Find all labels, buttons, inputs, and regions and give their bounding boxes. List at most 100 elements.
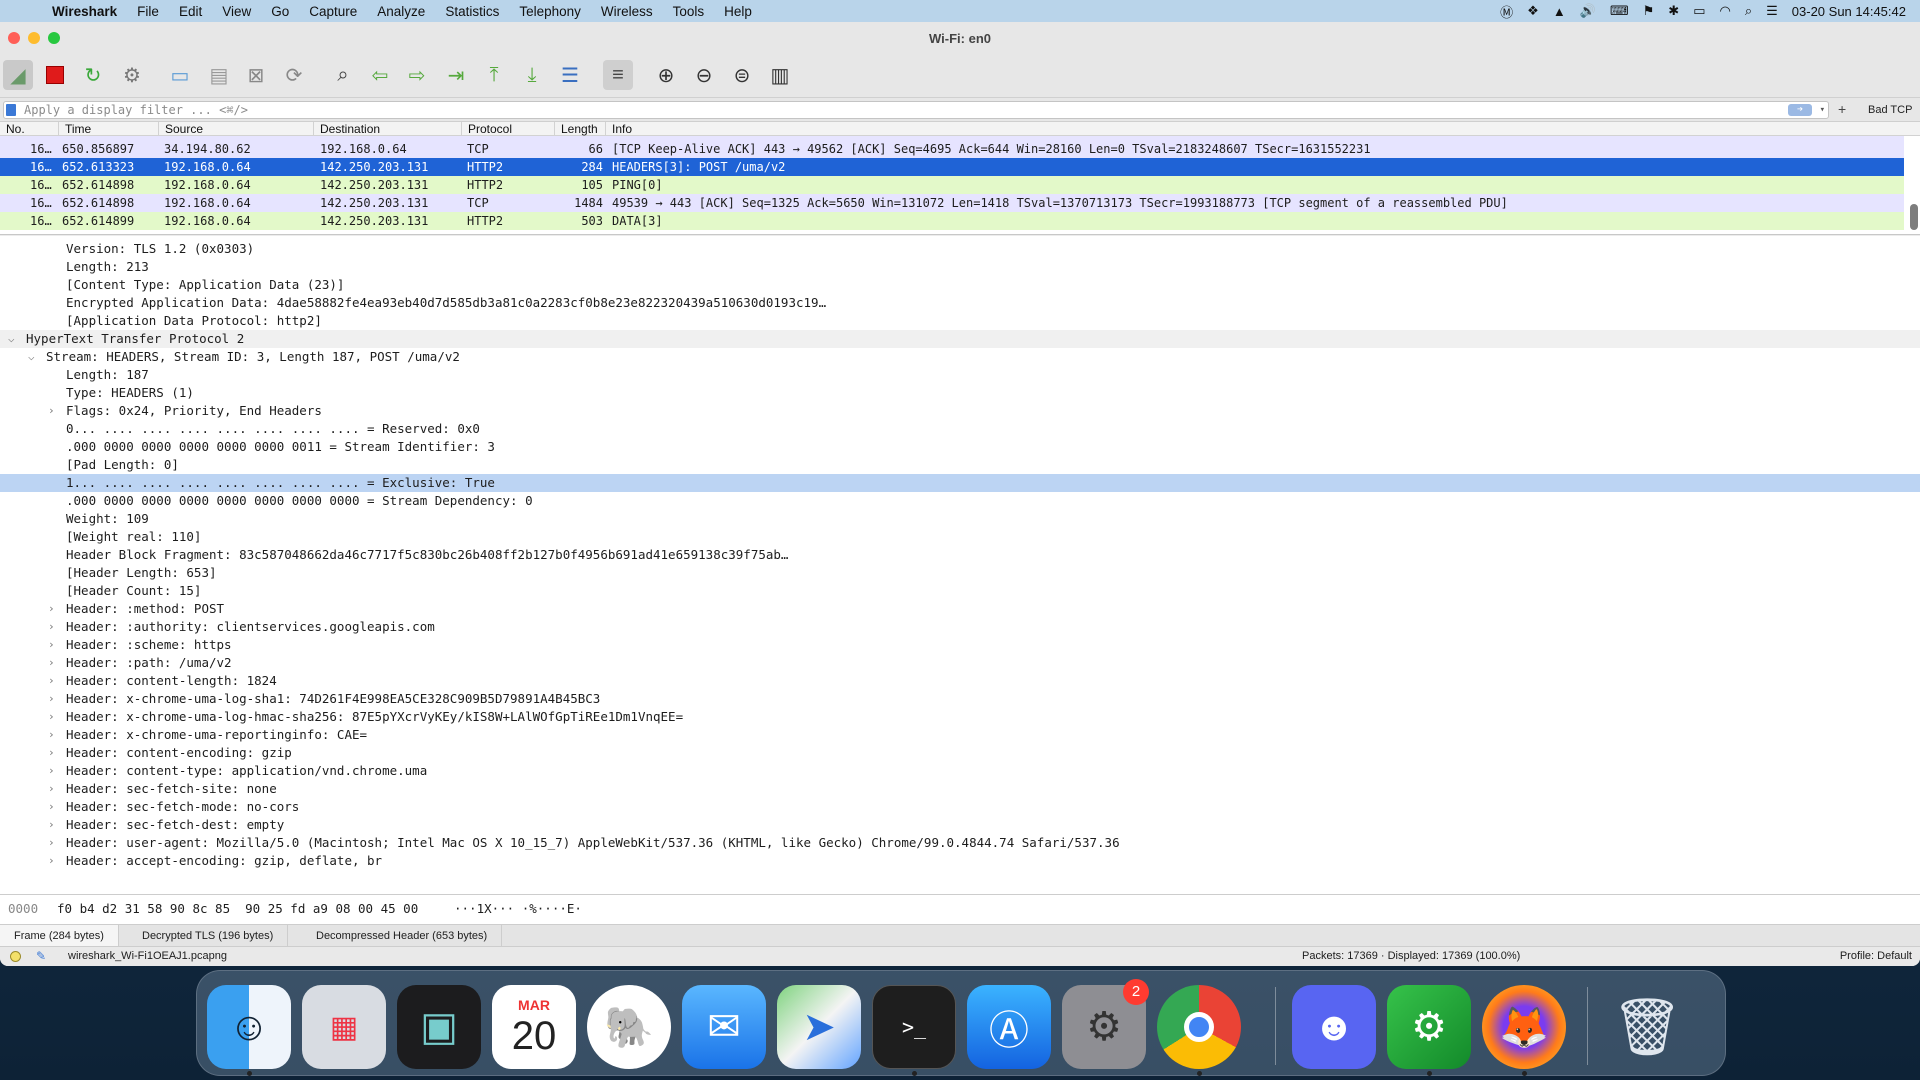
menu-help[interactable]: Help [714,4,762,19]
chevron-right-icon[interactable]: › [48,762,55,780]
profile-label[interactable]: Profile: Default [1840,950,1912,962]
detail-line[interactable]: › Header: x-chrome-uma-reportinginfo: CAE… [0,726,1920,744]
detail-line[interactable]: › Header: sec-fetch-mode: no-cors [0,798,1920,816]
firefox-icon[interactable]: 🦊 [1482,985,1566,1069]
menu-statistics[interactable]: Statistics [435,4,509,19]
go-to-packet-icon[interactable]: ⇥ [441,60,471,90]
launchpad-icon[interactable]: ▦ [302,985,386,1069]
control-center-icon[interactable]: ☰ [1766,3,1778,19]
detail-line[interactable]: › Header: :path: /uma/v2 [0,654,1920,672]
menu-capture[interactable]: Capture [299,4,367,19]
chevron-down-icon[interactable]: ⌵ [28,348,35,366]
close-file-icon[interactable]: ⊠ [241,60,271,90]
column-length[interactable]: Length [554,122,598,136]
chevron-right-icon[interactable]: › [48,834,55,852]
clock[interactable]: 03-20 Sun 14:45:42 [1792,4,1906,19]
detail-line[interactable]: [Header Length: 653] [0,564,1920,582]
menu-tools[interactable]: Tools [663,4,715,19]
apply-filter-icon[interactable]: ➔ [1788,104,1812,116]
add-filter-button[interactable]: + [1838,101,1846,117]
bytes-hex[interactable]: f0 b4 d2 31 58 90 8c 85 90 25 fd a9 08 0… [57,901,418,916]
detail-line[interactable]: › Header: content-encoding: gzip [0,744,1920,762]
calendar-icon[interactable]: MAR 20 [492,985,576,1069]
packet-list-scrollbar[interactable] [1910,204,1918,230]
detail-line[interactable]: › Header: sec-fetch-site: none [0,780,1920,798]
chevron-down-icon[interactable]: ⌵ [8,330,15,348]
column-destination[interactable]: Destination [313,122,380,136]
packet-row[interactable]: 16… 650.856897 34.194.80.62 192.168.0.64… [0,140,1904,158]
finder-icon[interactable]: ☺ [207,985,291,1069]
detail-line[interactable]: [Application Data Protocol: http2] [0,312,1920,330]
bad-tcp-filter-button[interactable]: Bad TCP [1868,104,1912,116]
flag-icon[interactable]: ⚑ [1643,3,1655,19]
discord-icon[interactable]: ☻ [1292,985,1376,1069]
go-forward-icon[interactable]: ⇨ [402,60,432,90]
detail-line[interactable]: › Header: sec-fetch-dest: empty [0,816,1920,834]
chevron-down-icon[interactable]: ▾ [1820,102,1825,118]
detail-line[interactable]: Weight: 109 [0,510,1920,528]
chevron-right-icon[interactable]: › [48,726,55,744]
restart-capture-icon[interactable]: ↻ [78,60,108,90]
keyboard-icon[interactable]: ⌨ [1610,3,1629,19]
reload-file-icon[interactable]: ⟳ [279,60,309,90]
zoom-window-button[interactable] [48,32,60,44]
detail-line[interactable]: › Header: :authority: clientservices.goog… [0,618,1920,636]
mail-icon[interactable]: ✉ [682,985,766,1069]
chevron-right-icon[interactable]: › [48,672,55,690]
wireshark-icon[interactable]: ⚙ [1387,985,1471,1069]
detail-line[interactable]: › Header: x-chrome-uma-log-sha1: 74D261F4… [0,690,1920,708]
malwarebytes-icon[interactable]: Ⓜ [1500,2,1513,21]
detail-line[interactable]: .000 0000 0000 0000 0000 0000 0000 0000 … [0,492,1920,510]
detail-line[interactable]: › Flags: 0x24, Priority, End Headers [0,402,1920,420]
mission-control-icon[interactable]: ▣ [397,985,481,1069]
expert-info-icon[interactable] [10,951,21,962]
menu-analyze[interactable]: Analyze [367,4,435,19]
detail-line[interactable]: › Header: x-chrome-uma-log-hmac-sha256: 8… [0,708,1920,726]
detail-line[interactable]: .000 0000 0000 0000 0000 0000 0011 = Str… [0,438,1920,456]
maps-icon[interactable]: ➤ [777,985,861,1069]
chevron-right-icon[interactable]: › [48,402,55,420]
open-file-icon[interactable]: ▭ [165,60,195,90]
chrome-icon[interactable] [1157,985,1241,1069]
resize-columns-icon[interactable]: ▥ [765,60,795,90]
terminal-icon[interactable]: >_ [872,985,956,1069]
capture-options-icon[interactable]: ⚙ [117,60,147,90]
detail-line[interactable]: [Content Type: Application Data (23)] [0,276,1920,294]
chevron-right-icon[interactable]: › [48,708,55,726]
tab-decrypted-tls[interactable]: Decrypted TLS (196 bytes) [128,925,289,947]
packet-row[interactable]: 16… 652.614898 192.168.0.64 142.250.203.… [0,176,1904,194]
chevron-right-icon[interactable]: › [48,636,55,654]
menu-edit[interactable]: Edit [169,4,212,19]
menu-view[interactable]: View [212,4,261,19]
column-time[interactable]: Time [58,122,91,136]
start-capture-icon[interactable]: ◢ [3,60,33,90]
column-info[interactable]: Info [605,122,632,136]
menu-app-wireshark[interactable]: Wireshark [52,4,127,19]
chevron-right-icon[interactable]: › [48,618,55,636]
packet-row[interactable]: 16… 652.614899 192.168.0.64 142.250.203.… [0,212,1904,230]
stop-capture-icon[interactable] [40,60,70,90]
detail-line[interactable]: › Header: user-agent: Mozilla/5.0 (Macint… [0,834,1920,852]
column-source[interactable]: Source [158,122,203,136]
column-no[interactable]: No. [0,122,25,136]
chevron-right-icon[interactable]: › [48,600,55,618]
first-packet-icon[interactable]: ⤒ [479,60,509,90]
detail-line[interactable]: [Header Count: 15] [0,582,1920,600]
drive-icon[interactable]: ▲ [1553,4,1566,19]
battery-icon[interactable]: ▭ [1693,3,1705,19]
detail-line[interactable]: 0... .... .... .... .... .... .... .... … [0,420,1920,438]
bookmark-icon[interactable] [6,104,16,116]
close-window-button[interactable] [8,32,20,44]
detail-line[interactable]: › Header: :scheme: https [0,636,1920,654]
bluetooth-icon[interactable]: ✱ [1668,3,1679,19]
detail-line[interactable]: [Weight real: 110] [0,528,1920,546]
find-packet-icon[interactable]: ⌕ [328,60,358,90]
detail-line[interactable]: ⌵ Stream: HEADERS, Stream ID: 3, Length 1… [0,348,1920,366]
go-back-icon[interactable]: ⇦ [365,60,395,90]
menu-telephony[interactable]: Telephony [509,4,591,19]
chevron-right-icon[interactable]: › [48,744,55,762]
packet-row[interactable]: 16… 652.614898 192.168.0.64 142.250.203.… [0,194,1904,212]
chevron-right-icon[interactable]: › [48,798,55,816]
chevron-right-icon[interactable]: › [48,654,55,672]
zoom-out-icon[interactable]: ⊖ [689,60,719,90]
